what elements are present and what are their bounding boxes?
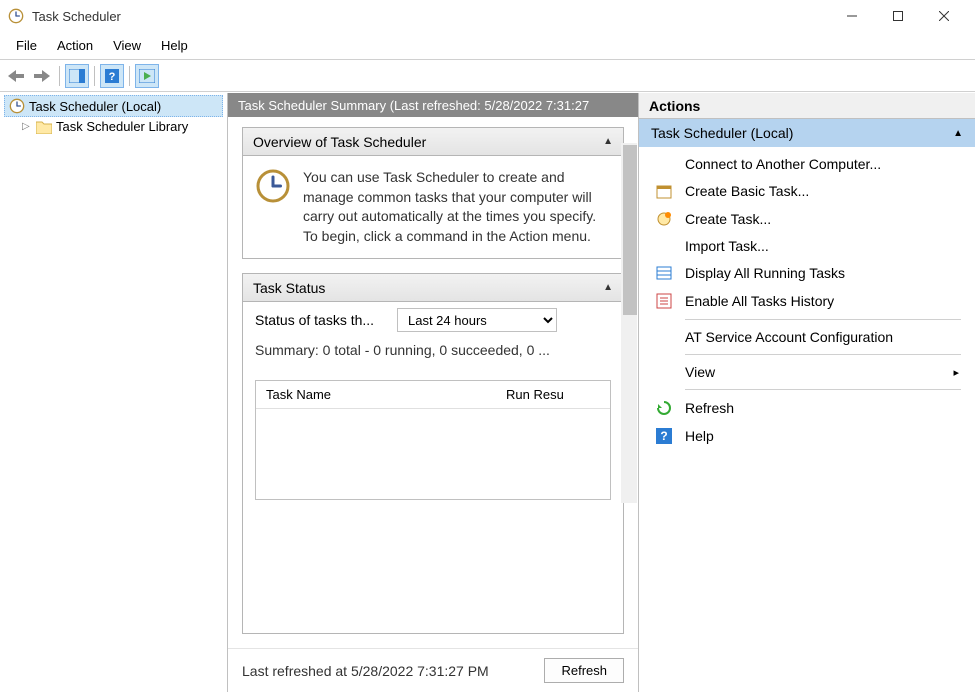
basic-task-icon <box>655 182 673 200</box>
minimize-button[interactable] <box>829 0 875 32</box>
col-task-name[interactable]: Task Name <box>256 381 496 408</box>
action-label: Connect to Another Computer... <box>685 156 881 172</box>
help-icon: ? <box>655 427 673 445</box>
separator <box>685 319 961 320</box>
collapse-icon[interactable]: ▲ <box>603 136 613 147</box>
action-label: Display All Running Tasks <box>685 265 845 281</box>
expander-icon[interactable]: ▷ <box>22 121 32 132</box>
actions-header: Actions <box>639 93 975 119</box>
summary-line: Summary: 0 total - 0 running, 0 succeede… <box>243 338 623 372</box>
window-title: Task Scheduler <box>32 9 829 24</box>
tree-root-label: Task Scheduler (Local) <box>29 99 161 114</box>
menu-bar: File Action View Help <box>0 32 975 60</box>
task-status-panel: Task Status ▲ Status of tasks th... Last… <box>242 273 624 634</box>
task-status-header[interactable]: Task Status ▲ <box>243 274 623 302</box>
task-table: Task Name Run Resu <box>255 380 611 500</box>
tree-root-item[interactable]: Task Scheduler (Local) <box>4 95 223 117</box>
action-import-task[interactable]: Import Task... <box>639 233 975 259</box>
action-label: Help <box>685 428 714 444</box>
action-help[interactable]: ? Help <box>639 422 975 450</box>
actions-list: Connect to Another Computer... Create Ba… <box>639 147 975 454</box>
collapse-icon[interactable]: ▲ <box>953 128 963 139</box>
action-connect-computer[interactable]: Connect to Another Computer... <box>639 151 975 177</box>
history-icon <box>655 292 673 310</box>
action-create-task[interactable]: Create Task... <box>639 205 975 233</box>
task-status-title: Task Status <box>253 280 325 296</box>
overview-text: You can use Task Scheduler to create and… <box>303 168 611 246</box>
actions-subheader-label: Task Scheduler (Local) <box>651 125 793 141</box>
status-label: Status of tasks th... <box>255 312 385 328</box>
footer-row: Last refreshed at 5/28/2022 7:31:27 PM R… <box>228 648 638 692</box>
action-enable-tasks-history[interactable]: Enable All Tasks History <box>639 287 975 315</box>
svg-text:?: ? <box>109 71 116 83</box>
overview-title: Overview of Task Scheduler <box>253 134 426 150</box>
close-button[interactable] <box>921 0 967 32</box>
svg-text:?: ? <box>660 429 667 443</box>
display-icon <box>655 264 673 282</box>
action-label: Create Basic Task... <box>685 183 809 199</box>
show-hide-action-pane-button[interactable] <box>65 64 89 88</box>
content-pane: Task Scheduler Summary (Last refreshed: … <box>228 93 639 692</box>
help-button[interactable]: ? <box>100 64 124 88</box>
toolbar: ? <box>0 60 975 92</box>
action-label: Refresh <box>685 400 734 416</box>
separator <box>685 389 961 390</box>
clock-icon <box>255 168 291 204</box>
action-refresh[interactable]: Refresh <box>639 394 975 422</box>
title-bar: Task Scheduler <box>0 0 975 32</box>
forward-button[interactable] <box>30 64 54 88</box>
action-label: Enable All Tasks History <box>685 293 834 309</box>
action-label: AT Service Account Configuration <box>685 329 893 345</box>
collapse-icon[interactable]: ▲ <box>603 282 613 293</box>
last-refreshed-text: Last refreshed at 5/28/2022 7:31:27 PM <box>242 663 534 679</box>
folder-icon <box>36 120 52 134</box>
app-icon <box>8 8 24 24</box>
menu-help[interactable]: Help <box>151 34 198 57</box>
clock-icon <box>9 98 25 114</box>
overview-panel-header[interactable]: Overview of Task Scheduler ▲ <box>243 128 623 156</box>
content-header: Task Scheduler Summary (Last refreshed: … <box>228 93 638 117</box>
action-view[interactable]: View <box>639 359 975 385</box>
main-area: Task Scheduler (Local) ▷ Task Scheduler … <box>0 92 975 692</box>
action-at-service-config[interactable]: AT Service Account Configuration <box>639 324 975 350</box>
run-button[interactable] <box>135 64 159 88</box>
menu-view[interactable]: View <box>103 34 151 57</box>
action-display-running-tasks[interactable]: Display All Running Tasks <box>639 259 975 287</box>
actions-pane: Actions Task Scheduler (Local) ▲ Connect… <box>639 93 975 692</box>
actions-subheader[interactable]: Task Scheduler (Local) ▲ <box>639 119 975 147</box>
back-button[interactable] <box>4 64 28 88</box>
refresh-icon <box>655 399 673 417</box>
action-label: Import Task... <box>685 238 769 254</box>
col-run-result[interactable]: Run Resu <box>496 381 610 408</box>
maximize-button[interactable] <box>875 0 921 32</box>
tree-child-item[interactable]: ▷ Task Scheduler Library <box>18 117 223 136</box>
menu-file[interactable]: File <box>6 34 47 57</box>
action-create-basic-task[interactable]: Create Basic Task... <box>639 177 975 205</box>
tree-pane: Task Scheduler (Local) ▷ Task Scheduler … <box>0 93 228 692</box>
scrollbar-thumb[interactable] <box>623 145 637 315</box>
period-dropdown[interactable]: Last 24 hours <box>397 308 557 332</box>
task-icon <box>655 210 673 228</box>
overview-panel: Overview of Task Scheduler ▲ You can use… <box>242 127 624 259</box>
action-label: Create Task... <box>685 211 771 227</box>
refresh-button[interactable]: Refresh <box>544 658 624 683</box>
action-label: View <box>685 364 715 380</box>
menu-action[interactable]: Action <box>47 34 103 57</box>
separator <box>685 354 961 355</box>
tree-child-label: Task Scheduler Library <box>56 119 188 134</box>
